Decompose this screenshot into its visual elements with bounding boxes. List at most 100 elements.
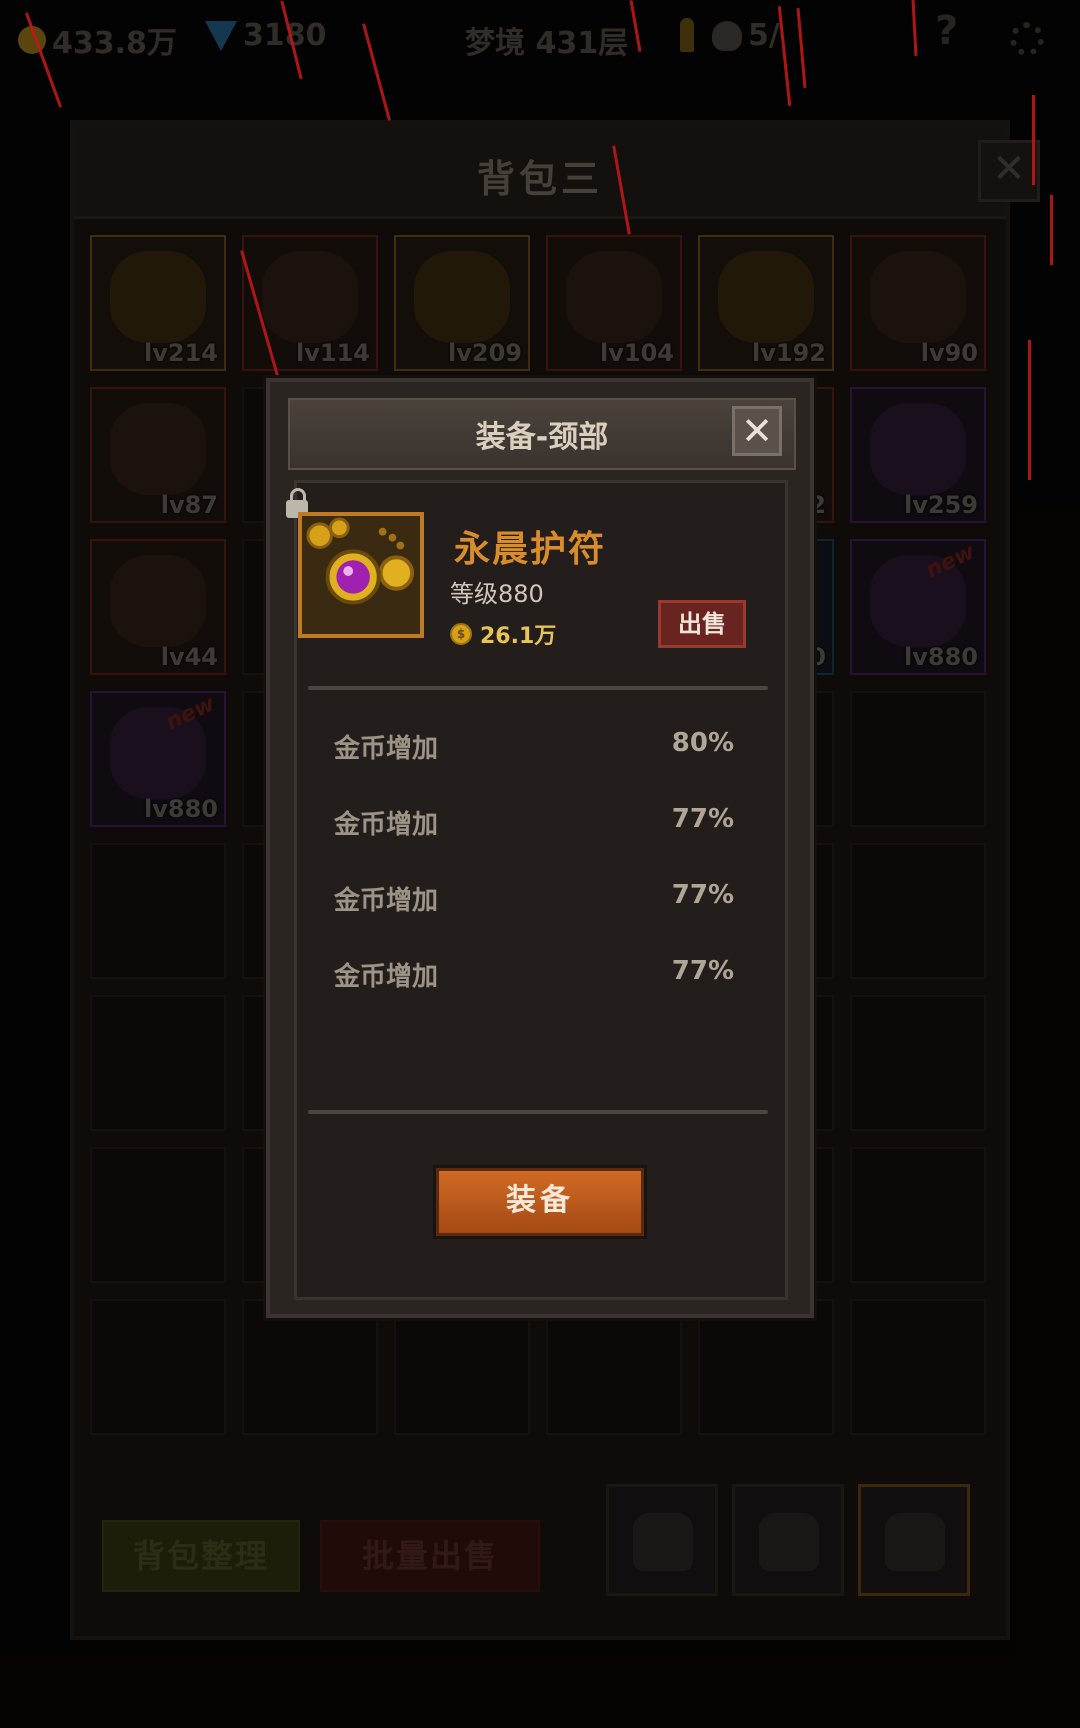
bag-slot[interactable] [850, 843, 986, 979]
bag-slot[interactable]: lv209 [394, 235, 530, 371]
bag-slot[interactable]: lv90 [850, 235, 986, 371]
divider [308, 1110, 768, 1114]
rain-streak [1050, 195, 1053, 265]
item-price-value: 26.1万 [480, 624, 557, 649]
bag-close-button[interactable]: ✕ [978, 140, 1040, 202]
stat-value: 77% [671, 804, 734, 834]
item-icon [870, 251, 966, 343]
bag-slot[interactable] [546, 1299, 682, 1435]
bag-slot[interactable] [90, 1299, 226, 1435]
item-level-label: lv114 [296, 339, 370, 367]
item-level-label: lv90 [920, 339, 978, 367]
sort-bag-button[interactable]: 背包整理 [102, 1520, 300, 1592]
item-icon [110, 251, 206, 343]
bag-slot[interactable]: lv259 [850, 387, 986, 523]
dungeon-floor-label: 梦境 431层 [465, 26, 629, 61]
rain-streak [1032, 95, 1035, 185]
modal-header: 装备-颈部 [288, 398, 796, 470]
bag-slot[interactable] [698, 1299, 834, 1435]
gem-counter: 3180 [205, 18, 327, 53]
bag-tab-2[interactable] [732, 1484, 844, 1596]
item-name: 永晨护符 [454, 529, 607, 570]
skull-icon [712, 20, 742, 51]
bag-slot[interactable] [850, 1147, 986, 1283]
item-icon [414, 251, 510, 343]
gem-amount: 3180 [243, 18, 327, 53]
key-counter [680, 18, 694, 52]
backpack-icon [759, 1513, 819, 1571]
bag-slot[interactable] [242, 1299, 378, 1435]
skull-counter: 5/ [712, 18, 780, 53]
gear-icon [1010, 22, 1044, 56]
stat-name: 金币增加 [334, 734, 439, 764]
item-icon-frame [298, 512, 424, 638]
stat-value: 80% [671, 728, 734, 758]
item-level-label: lv259 [904, 491, 978, 519]
bag-title: 背包三 [476, 157, 603, 201]
stat-row: 金币增加 77% [334, 956, 734, 993]
modal-close-button[interactable]: ✕ [732, 406, 782, 456]
equip-button[interactable]: 装备 [436, 1168, 644, 1236]
bag-slot[interactable] [850, 995, 986, 1131]
stat-row: 金币增加 77% [334, 880, 734, 917]
gold-amount: 433.8万 [52, 26, 177, 61]
item-level-label: lv209 [448, 339, 522, 367]
bag-tab-1[interactable] [606, 1484, 718, 1596]
stat-value: 77% [671, 956, 734, 986]
stat-row: 金币增加 80% [334, 728, 734, 765]
bag-slot[interactable] [850, 1299, 986, 1435]
item-icon [870, 403, 966, 495]
bag-slot[interactable] [394, 1299, 530, 1435]
item-level-label: lv44 [160, 643, 218, 671]
dungeon-floor: 梦境 431层 [465, 18, 628, 62]
help-button[interactable]: ? [935, 8, 958, 54]
bag-tab-3[interactable] [858, 1484, 970, 1596]
item-icon [262, 251, 358, 343]
divider [308, 686, 768, 690]
stat-name: 金币增加 [334, 886, 439, 916]
equipment-modal: 装备-颈部 ✕ 永晨护符 等级880 $ 26.1万 出售 金币增加 80% 金… [266, 378, 814, 1318]
coin-icon: $ [450, 623, 472, 645]
bag-slot[interactable]: lv214 [90, 235, 226, 371]
bag-slot[interactable] [850, 691, 986, 827]
bag-slot[interactable] [90, 843, 226, 979]
bag-slot[interactable]: lv114 [242, 235, 378, 371]
item-level-label: lv880 [144, 795, 218, 823]
item-level-label: lv214 [144, 339, 218, 367]
top-status-bar: 433.8万 3180 梦境 431层 5/ ? [0, 0, 1080, 80]
modal-title: 装备-颈部 [475, 420, 609, 455]
bag-header: 背包三 [74, 124, 1006, 219]
bag-slot[interactable] [90, 995, 226, 1131]
bag-slot[interactable]: lv104 [546, 235, 682, 371]
item-icon [110, 403, 206, 495]
skull-amount: 5/ [748, 18, 780, 53]
item-level-label: lv880 [904, 643, 978, 671]
sell-button[interactable]: 出售 [658, 600, 746, 648]
bag-slot[interactable] [90, 1147, 226, 1283]
settings-button[interactable] [1010, 22, 1044, 56]
bag-slot[interactable]: lv880 new [90, 691, 226, 827]
backpack-icon [633, 1513, 693, 1571]
backpack-icon [885, 1513, 945, 1571]
bag-slot[interactable]: lv44 [90, 539, 226, 675]
item-level-label: lv87 [160, 491, 218, 519]
item-icon [110, 555, 206, 647]
item-icon [566, 251, 662, 343]
item-level: 等级880 [450, 580, 544, 608]
item-price: $ 26.1万 [450, 618, 556, 650]
item-icon [718, 251, 814, 343]
rain-streak [1028, 340, 1031, 480]
bag-slot[interactable]: lv192 [698, 235, 834, 371]
amulet-icon [302, 516, 420, 634]
key-icon [680, 18, 694, 52]
stat-name: 金币增加 [334, 810, 439, 840]
help-icon: ? [935, 8, 959, 54]
stat-value: 77% [671, 880, 734, 910]
bulk-sell-button[interactable]: 批量出售 [320, 1520, 540, 1592]
gem-icon [205, 20, 237, 51]
stat-row: 金币增加 77% [334, 804, 734, 841]
stat-name: 金币增加 [334, 962, 439, 992]
bag-slot[interactable]: lv87 [90, 387, 226, 523]
bag-slot[interactable]: lv880 new [850, 539, 986, 675]
item-level-label: lv192 [752, 339, 826, 367]
